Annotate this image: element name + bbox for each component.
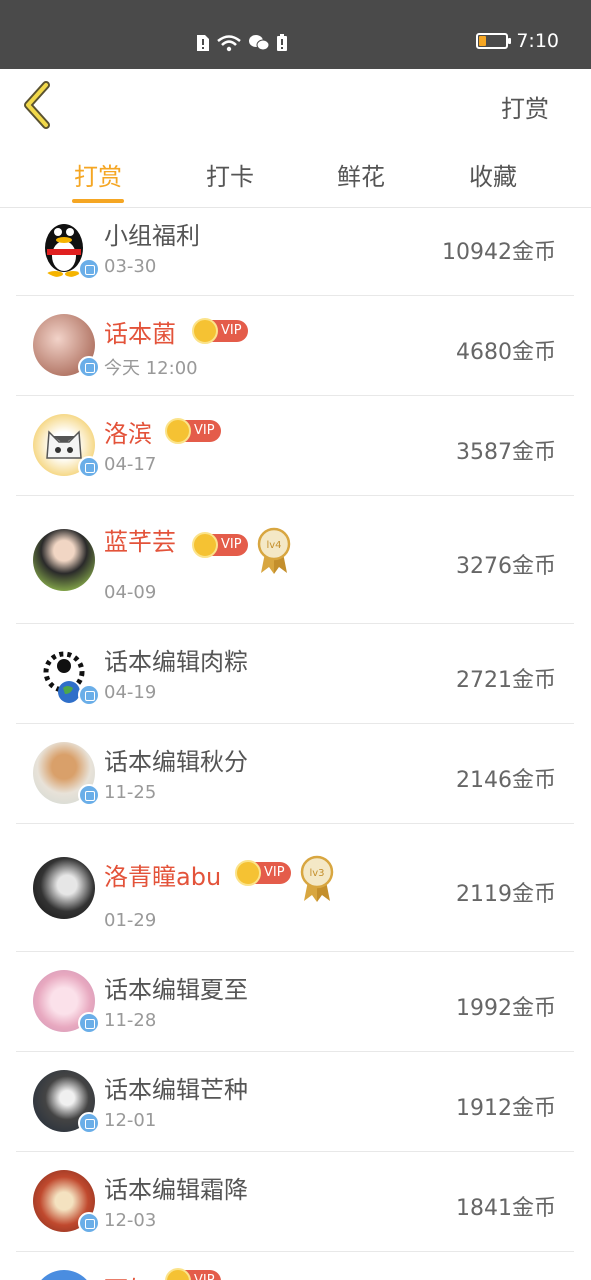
user-name: 话本编辑霜降 xyxy=(104,1176,248,1204)
official-badge-icon xyxy=(78,356,100,378)
status-right: 7:10 xyxy=(476,30,559,52)
tab-reward[interactable]: 打赏 xyxy=(58,157,138,192)
level-medal-icon: lv3 xyxy=(300,855,334,903)
user-name: 洛青瞳abu xyxy=(104,863,222,891)
reward-date: 04-17 xyxy=(104,454,157,475)
reward-date: 12-01 xyxy=(104,1110,157,1131)
vip-badge: VIP xyxy=(165,418,221,444)
official-badge-icon xyxy=(78,456,100,478)
vip-badge: VIP xyxy=(165,1268,221,1280)
official-badge-icon xyxy=(78,1112,100,1134)
list-item[interactable]: 小组福利 03-30 10942金币 xyxy=(16,208,574,296)
reward-date: 11-25 xyxy=(104,782,157,803)
reward-date: 01-29 xyxy=(104,910,157,931)
status-icons xyxy=(196,32,288,54)
sim-alert-icon xyxy=(197,35,209,51)
reward-amount: 1841金币 xyxy=(456,1196,556,1221)
reward-amount: 1912金币 xyxy=(456,1096,556,1121)
tab-active-indicator xyxy=(72,199,124,203)
back-button[interactable] xyxy=(20,81,60,129)
user-name: 雨如 xyxy=(104,1270,152,1280)
svg-text:lv4: lv4 xyxy=(266,540,281,551)
avatar xyxy=(33,857,95,919)
user-name: 话本编辑夏至 xyxy=(104,976,248,1004)
reward-date: 今天 12:00 xyxy=(104,358,198,379)
official-badge-icon xyxy=(78,784,100,806)
reward-amount: 4680金币 xyxy=(456,340,556,365)
reward-list: 小组福利 03-30 10942金币 话本菌 今天 12:00 4680金币 洛… xyxy=(16,208,574,1280)
user-name: 话本编辑秋分 xyxy=(104,748,248,776)
reward-date: 04-09 xyxy=(104,582,157,603)
crown-icon xyxy=(192,532,218,558)
battery-alert-icon xyxy=(277,34,287,51)
chevron-left-icon xyxy=(24,81,50,129)
reward-date: 04-19 xyxy=(104,682,157,703)
list-item[interactable]: 洛青瞳abu 01-29 2119金币 xyxy=(16,824,574,952)
user-name: 话本编辑肉粽 xyxy=(104,648,248,676)
user-name: 话本菌 xyxy=(104,320,176,348)
list-item[interactable]: 雨如 xyxy=(16,1252,574,1280)
vip-badge: VIP xyxy=(192,532,248,558)
crown-icon xyxy=(192,318,218,344)
list-item[interactable]: 话本编辑夏至 11-28 1992金币 xyxy=(16,952,574,1052)
clock: 7:10 xyxy=(516,30,559,52)
reward-date: 03-30 xyxy=(104,256,157,277)
reward-amount: 1992金币 xyxy=(456,996,556,1021)
tab-bar: 打赏 打卡 鲜花 收藏 xyxy=(0,141,591,208)
reward-amount: 3587金币 xyxy=(456,440,556,465)
list-item[interactable]: 话本编辑霜降 12-03 1841金币 xyxy=(16,1152,574,1252)
user-name: 蓝芊芸 xyxy=(104,528,176,556)
avatar xyxy=(33,529,95,591)
list-item[interactable]: 洛滨 04-17 3587金币 xyxy=(16,396,574,496)
reward-amount: 10942金币 xyxy=(442,240,556,265)
reward-amount: 2721金币 xyxy=(456,668,556,693)
tab-flowers[interactable]: 鲜花 xyxy=(321,157,401,192)
official-badge-icon xyxy=(78,1212,100,1234)
list-item[interactable]: 话本编辑芒种 12-01 1912金币 xyxy=(16,1052,574,1152)
wechat-icon xyxy=(249,35,270,51)
list-item[interactable]: 话本编辑肉粽 04-19 2721金币 xyxy=(16,624,574,724)
vip-badge: VIP xyxy=(235,860,291,886)
user-name: 话本编辑芒种 xyxy=(104,1076,248,1104)
svg-text:lv3: lv3 xyxy=(309,868,324,879)
official-badge-icon xyxy=(78,684,100,706)
list-item[interactable]: 蓝芊芸 04-09 3276金币 xyxy=(16,496,574,624)
vip-badge: VIP xyxy=(192,318,248,344)
crown-icon xyxy=(235,860,261,886)
list-item[interactable]: 话本菌 今天 12:00 4680金币 xyxy=(16,296,574,396)
reward-date: 12-03 xyxy=(104,1210,157,1231)
reward-amount: 2119金币 xyxy=(456,882,556,907)
level-medal-icon: lv4 xyxy=(257,527,291,575)
user-name: 小组福利 xyxy=(104,222,200,250)
status-bar: 7:10 xyxy=(0,0,591,69)
tab-favorites[interactable]: 收藏 xyxy=(453,157,533,192)
tab-checkin[interactable]: 打卡 xyxy=(190,157,270,192)
wifi-icon xyxy=(217,35,241,52)
official-badge-icon xyxy=(78,1012,100,1034)
list-item[interactable]: 话本编辑秋分 11-25 2146金币 xyxy=(16,724,574,824)
reward-date: 11-28 xyxy=(104,1010,157,1031)
avatar xyxy=(33,1270,95,1280)
nav-bar: 打赏 xyxy=(0,69,591,141)
nav-reward-button[interactable]: 打赏 xyxy=(501,89,549,124)
reward-amount: 2146金币 xyxy=(456,768,556,793)
reward-amount: 3276金币 xyxy=(456,554,556,579)
crown-icon xyxy=(165,418,191,444)
user-name: 洛滨 xyxy=(104,420,152,448)
battery-icon xyxy=(476,33,512,49)
official-badge-icon xyxy=(78,258,100,280)
